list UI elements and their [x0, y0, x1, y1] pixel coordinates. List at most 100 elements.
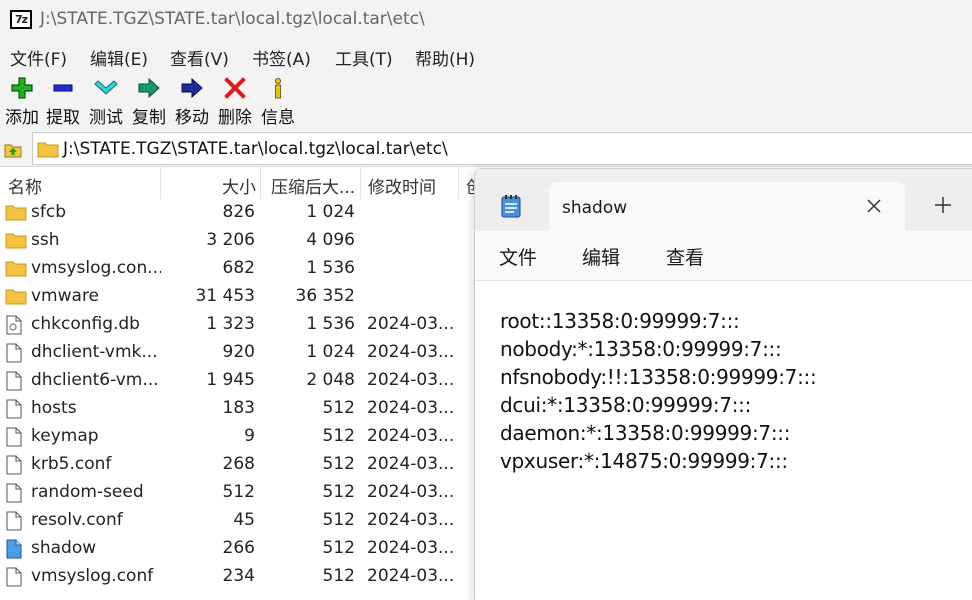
menu-view[interactable]: 查看(V)	[170, 45, 229, 70]
notepad-menu-view[interactable]: 查看	[666, 243, 704, 270]
column-header-name[interactable]: 名称	[8, 167, 160, 199]
file-rows: sfcb 826 1 024 ssh 3 206 4 096 vmsyslog.con...…	[0, 198, 480, 590]
table-row[interactable]: krb5.conf 268 512 2024-03...	[0, 450, 480, 478]
text-line: nobody:*:13358:0:99999:7:::	[500, 337, 782, 361]
file-name: dhclient-vmk...	[31, 342, 158, 362]
table-row[interactable]: vmsyslog.con... 682 1 536	[0, 254, 480, 282]
file-modified: 2024-03...	[367, 370, 455, 390]
file-packed-size: 2 048	[306, 370, 355, 390]
file-size: 1 323	[206, 314, 255, 334]
delete-button[interactable]: 删除	[213, 76, 257, 128]
notepad-menubar: 文件 编辑 查看	[475, 231, 972, 281]
info-button[interactable]: 信息	[256, 76, 300, 128]
table-row[interactable]: vmware 31 453 36 352	[0, 282, 480, 310]
file-name: chkconfig.db	[31, 314, 140, 334]
file-modified: 2024-03...	[367, 454, 455, 474]
file-icon	[5, 343, 23, 367]
menu-bookmarks[interactable]: 书签(A)	[252, 45, 311, 70]
notepad-editor[interactable]: root::13358:0:99999:7::: nobody:*:13358:…	[475, 281, 972, 600]
notepad-icon	[500, 194, 522, 222]
file-modified: 2024-03...	[367, 398, 455, 418]
sevenzip-titlebar: 7z J:\STATE.TGZ\STATE.tar\local.tgz\loca…	[0, 0, 972, 40]
file-modified: 2024-03...	[367, 426, 455, 446]
table-row[interactable]: keymap 9 512 2024-03...	[0, 422, 480, 450]
move-button[interactable]: 移动	[170, 76, 214, 128]
file-name: shadow	[31, 538, 97, 558]
notepad-tab-shadow[interactable]: shadow	[549, 182, 905, 231]
folder-icon	[5, 287, 27, 309]
file-modified: 2024-03...	[367, 342, 455, 362]
notepad-menu-file[interactable]: 文件	[499, 243, 537, 270]
folder-icon	[5, 203, 27, 225]
notepad-tab-title: shadow	[562, 198, 628, 218]
menu-help[interactable]: 帮助(H)	[415, 45, 475, 70]
delete-label: 删除	[218, 108, 252, 128]
text-line: vpxuser:*:14875:0:99999:7:::	[500, 449, 788, 473]
add-button[interactable]: 添加	[0, 76, 44, 128]
file-name: sfcb	[31, 202, 66, 222]
table-row[interactable]: random-seed 512 512 2024-03...	[0, 478, 480, 506]
file-size: 826	[222, 202, 255, 222]
copy-label: 复制	[132, 108, 166, 128]
table-row[interactable]: ssh 3 206 4 096	[0, 226, 480, 254]
file-size: 1 945	[206, 370, 255, 390]
file-size: 268	[222, 454, 255, 474]
file-icon	[5, 511, 23, 535]
file-modified: 2024-03...	[367, 510, 455, 530]
column-header-packed[interactable]: 压缩后大...	[260, 167, 360, 199]
file-list: 名称 大小 压缩后大... 修改时间 创 sfcb8261 024ssh3 20…	[0, 167, 480, 600]
menu-file[interactable]: 文件(F)	[10, 45, 67, 70]
window-title: J:\STATE.TGZ\STATE.tar\local.tgz\local.t…	[40, 9, 425, 29]
test-label: 测试	[89, 108, 123, 128]
menu-edit[interactable]: 编辑(E)	[90, 45, 148, 70]
database-file-icon	[5, 315, 23, 339]
file-packed-size: 1 024	[306, 202, 355, 222]
file-icon	[5, 455, 23, 479]
table-row[interactable]: chkconfig.db 1 323 1 536 2024-03...	[0, 310, 480, 338]
table-row[interactable]: dhclient6-vm... 1 945 2 048 2024-03...	[0, 366, 480, 394]
table-row[interactable]: sfcb 826 1 024	[0, 198, 480, 226]
file-packed-size: 512	[322, 398, 355, 418]
file-icon	[5, 567, 23, 591]
address-field[interactable]: J:\STATE.TGZ\STATE.tar\local.tgz\local.t…	[32, 132, 972, 165]
file-packed-size: 36 352	[295, 286, 355, 306]
test-button[interactable]: 测试	[84, 76, 128, 128]
table-row[interactable]: vmsyslog.conf 234 512 2024-03...	[0, 562, 480, 590]
copy-button[interactable]: 复制	[127, 76, 171, 128]
file-packed-size: 512	[322, 510, 355, 530]
file-size: 512	[222, 482, 255, 502]
table-row[interactable]: hosts 183 512 2024-03...	[0, 394, 480, 422]
delete-icon	[213, 76, 257, 102]
extract-button[interactable]: 提取	[41, 76, 85, 128]
file-icon	[5, 539, 23, 563]
file-name: vmware	[31, 286, 100, 306]
table-row[interactable]: dhclient-vmk... 920 1 024 2024-03...	[0, 338, 480, 366]
info-icon	[256, 76, 300, 102]
file-name: resolv.conf	[31, 510, 123, 530]
table-row[interactable]: resolv.conf 45 512 2024-03...	[0, 506, 480, 534]
extract-label: 提取	[46, 108, 80, 128]
tab-close-button[interactable]	[862, 194, 886, 218]
table-row[interactable]: shadow 266 512 2024-03...	[0, 534, 480, 562]
file-name: keymap	[31, 426, 99, 446]
file-size: 266	[222, 538, 255, 558]
menu-tools[interactable]: 工具(T)	[335, 45, 393, 70]
file-size: 682	[222, 258, 255, 278]
file-name: ssh	[31, 230, 60, 250]
column-header-size[interactable]: 大小	[160, 167, 260, 199]
file-modified: 2024-03...	[367, 566, 455, 586]
file-packed-size: 512	[322, 426, 355, 446]
column-header-modified[interactable]: 修改时间	[360, 167, 458, 199]
file-size: 45	[233, 510, 255, 530]
notepad-menu-edit[interactable]: 编辑	[582, 243, 620, 270]
up-folder-button[interactable]	[4, 140, 22, 162]
address-path: J:\STATE.TGZ\STATE.tar\local.tgz\local.t…	[63, 139, 448, 159]
new-tab-button[interactable]	[932, 194, 954, 216]
file-packed-size: 512	[322, 566, 355, 586]
file-icon	[5, 371, 23, 395]
file-packed-size: 4 096	[306, 230, 355, 250]
folder-icon	[5, 231, 27, 253]
file-icon	[5, 399, 23, 423]
notepad-window: shadow 文件 编辑 查看 root::13358:0:99999:7:::…	[474, 168, 972, 600]
file-packed-size: 1 536	[306, 314, 355, 334]
